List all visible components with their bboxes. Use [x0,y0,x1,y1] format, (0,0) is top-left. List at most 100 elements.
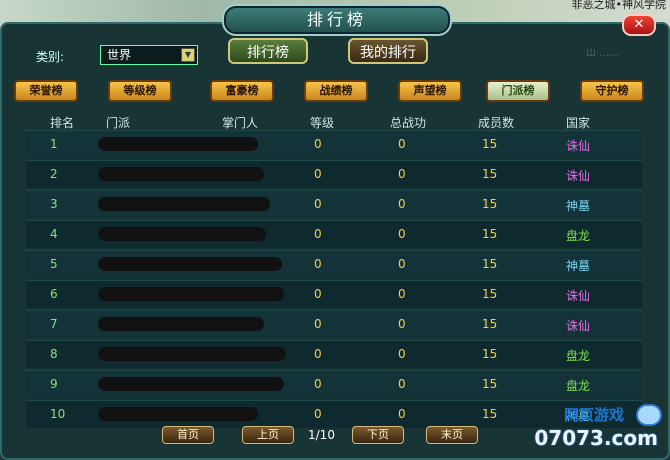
level-cell: 0 [314,317,322,331]
power-cell: 0 [398,317,406,331]
header-nation: 国家 [566,116,591,130]
table-row[interactable]: 5 0 0 15 神墓 [26,250,642,278]
nation-cell: 盘龙 [566,349,591,363]
tab-wealth[interactable]: 富豪榜 [210,80,274,102]
table-row[interactable]: 9 0 0 15 盘龙 [26,370,642,398]
faint-text: 山 …… [586,48,620,59]
rank-cell: 5 [50,257,58,271]
redacted-name [98,317,264,331]
table-row[interactable]: 8 0 0 15 盘龙 [26,340,642,368]
redacted-name [98,197,270,211]
category-select[interactable]: 世界 ▼ [100,45,198,65]
power-cell: 0 [398,227,406,241]
tab-level[interactable]: 等级榜 [108,80,172,102]
header-rank: 排名 [50,116,75,130]
nation-cell: 盘龙 [566,379,591,393]
nation-cell: 神墓 [566,259,591,273]
nation-cell: 盘龙 [566,229,591,243]
members-cell: 15 [482,167,498,181]
rank-cell: 9 [50,377,58,391]
tab-sect[interactable]: 门派榜 [486,80,550,102]
header-level: 等级 [310,116,335,130]
level-cell: 0 [314,407,322,421]
rank-cell: 7 [50,317,58,331]
table-row[interactable]: 1 0 0 15 诛仙 [26,130,642,158]
tab-guardian[interactable]: 守护榜 [580,80,644,102]
redacted-name [98,377,284,391]
table-row[interactable]: 3 0 0 15 神墓 [26,190,642,218]
nation-cell: 诛仙 [566,139,591,153]
next-page-button[interactable]: 下页 [352,426,404,444]
power-cell: 0 [398,167,406,181]
level-cell: 0 [314,257,322,271]
table-row[interactable]: 10 0 0 15 神墓 [26,400,642,428]
table-header: 排名 门派 掌门人 等级 总战功 成员数 国家 [26,112,642,132]
last-page-button[interactable]: 末页 [426,426,478,444]
table-row[interactable]: 2 0 0 15 诛仙 [26,160,642,188]
tab-battle[interactable]: 战绩榜 [304,80,368,102]
members-cell: 15 [482,257,498,271]
nation-cell: 诛仙 [566,169,591,183]
category-label: 类别: [36,50,65,64]
redacted-name [98,137,258,151]
redacted-name [98,257,282,271]
level-cell: 0 [314,137,322,151]
header-sect: 门派 [106,116,131,130]
table-row[interactable]: 4 0 0 15 盘龙 [26,220,642,248]
redacted-name [98,167,264,181]
level-cell: 0 [314,377,322,391]
redacted-name [98,227,266,241]
nation-cell: 诛仙 [566,319,591,333]
mascot-icon [636,404,662,426]
nation-cell: 诛仙 [566,289,591,303]
rank-cell: 8 [50,347,58,361]
members-cell: 15 [482,347,498,361]
top-right-text: 非恶之城•神风学院 [571,0,667,11]
power-cell: 0 [398,287,406,301]
table-row[interactable]: 6 0 0 15 诛仙 [26,280,642,308]
level-cell: 0 [314,227,322,241]
watermark-top: 网页游戏 [563,406,624,424]
watermark-logo: 网页游戏 07073.com [534,404,662,454]
power-cell: 0 [398,377,406,391]
members-cell: 15 [482,377,498,391]
power-cell: 0 [398,137,406,151]
table-row[interactable]: 7 0 0 15 诛仙 [26,310,642,338]
ranking-table: 1 0 0 15 诛仙 2 0 0 15 诛仙 3 0 0 15 神墓 4 0 … [26,130,642,430]
pagination: 首页 上页 1/10 下页 末页 [162,426,482,446]
power-cell: 0 [398,257,406,271]
first-page-button[interactable]: 首页 [162,426,214,444]
dropdown-arrow-icon[interactable]: ▼ [181,48,195,62]
tab-honor[interactable]: 荣誉榜 [14,80,78,102]
tab-prestige[interactable]: 声望榜 [398,80,462,102]
power-cell: 0 [398,197,406,211]
watermark-bottom: 07073.com [534,426,658,450]
level-cell: 0 [314,197,322,211]
level-cell: 0 [314,347,322,361]
close-button[interactable]: ✕ [622,14,656,36]
redacted-name [98,407,258,421]
rank-cell: 2 [50,167,58,181]
rank-cell: 3 [50,197,58,211]
rank-button[interactable]: 排行榜 [228,38,308,64]
rank-cell: 4 [50,227,58,241]
ranking-tabs: 荣誉榜 等级榜 富豪榜 战绩榜 声望榜 门派榜 守护榜 [14,80,662,104]
redacted-name [98,347,286,361]
members-cell: 15 [482,407,498,421]
my-rank-button[interactable]: 我的排行 [348,38,428,64]
header-leader: 掌门人 [222,116,259,130]
page-indicator: 1/10 [308,428,335,442]
redacted-name [98,287,284,301]
prev-page-button[interactable]: 上页 [242,426,294,444]
panel-title: 排行榜 [222,4,452,36]
header-members: 成员数 [478,116,515,130]
rank-cell: 6 [50,287,58,301]
level-cell: 0 [314,167,322,181]
members-cell: 15 [482,287,498,301]
level-cell: 0 [314,287,322,301]
category-value: 世界 [107,48,132,62]
nation-cell: 神墓 [566,199,591,213]
members-cell: 15 [482,137,498,151]
power-cell: 0 [398,407,406,421]
header-total-power: 总战功 [390,116,427,130]
